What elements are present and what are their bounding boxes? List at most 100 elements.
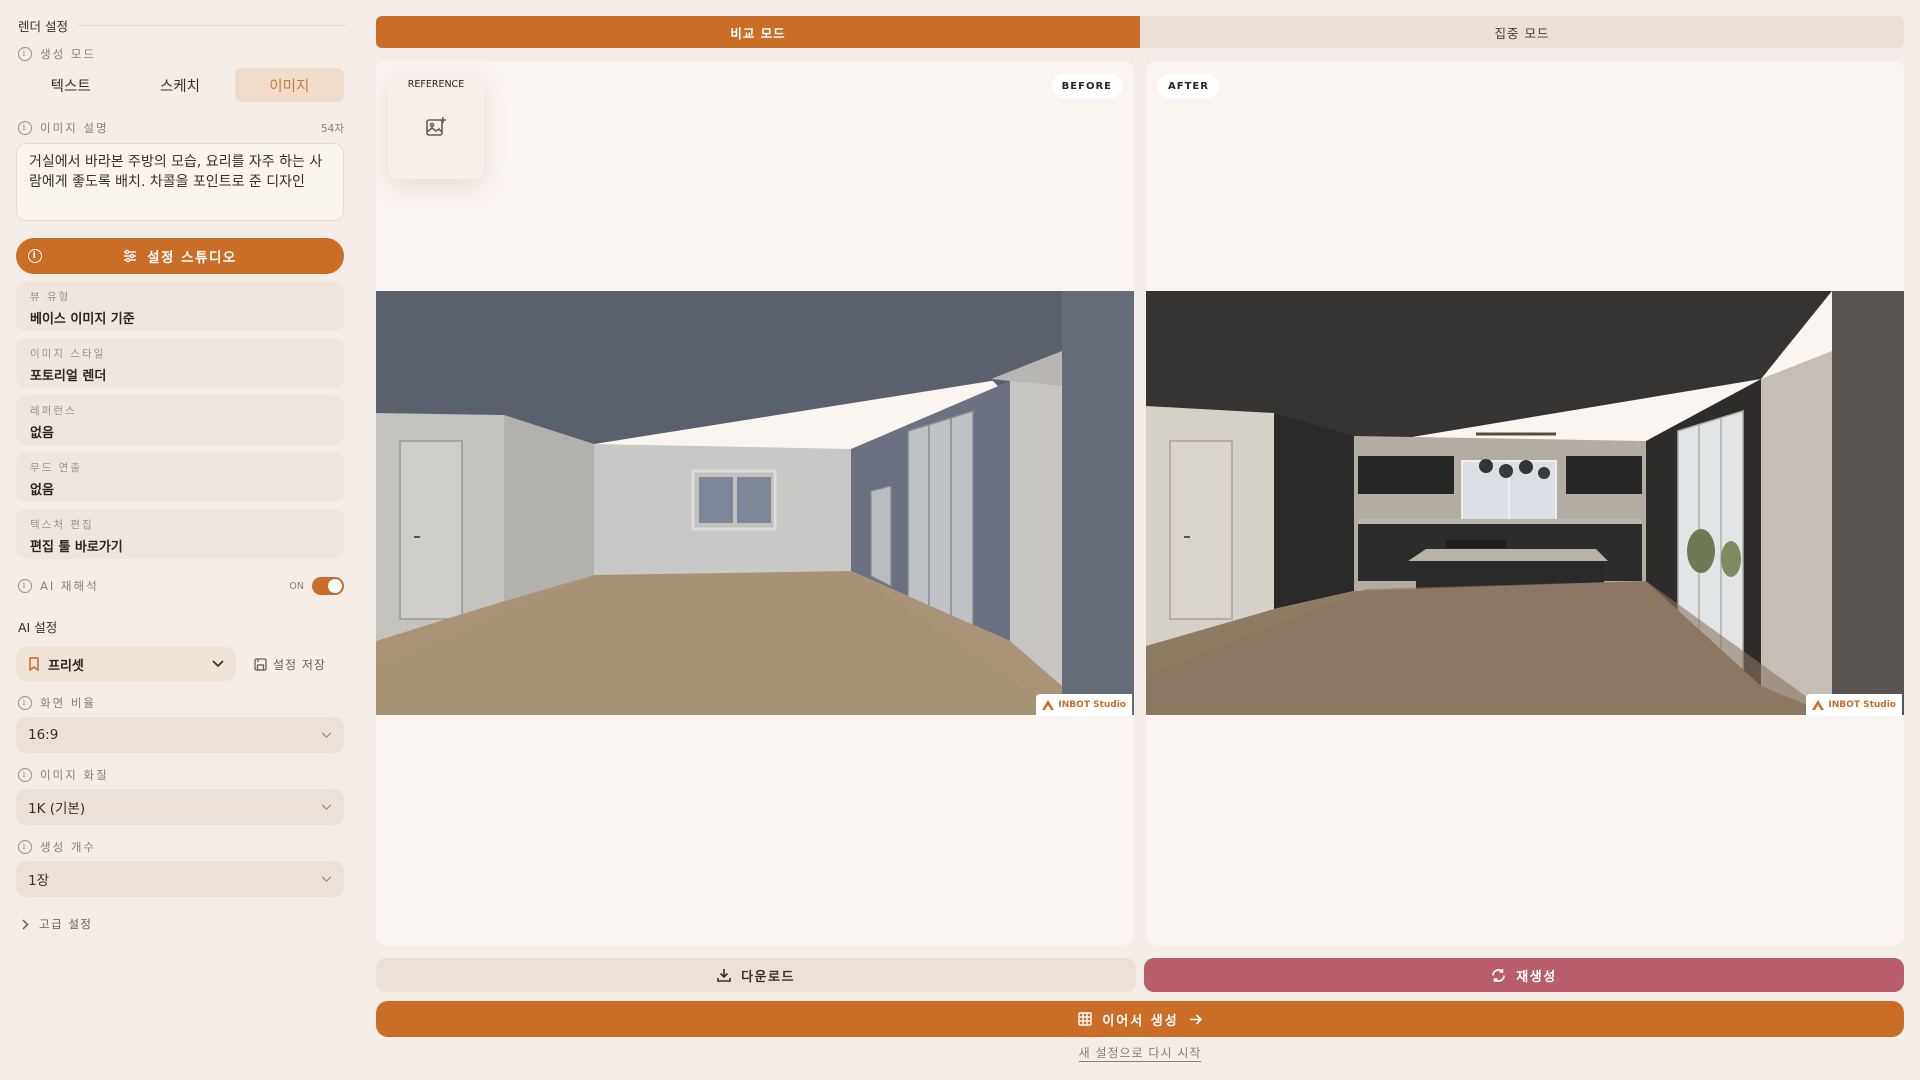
- gen-mode-segmented-control: 텍스트 스케치 이미지: [16, 68, 344, 102]
- before-badge: BEFORE: [1051, 74, 1122, 98]
- card-image-style[interactable]: 이미지 스타일 포토리얼 렌더: [16, 338, 344, 388]
- generation-count-select[interactable]: 1장: [16, 861, 344, 897]
- quality-label: 이미지 화질: [40, 768, 109, 782]
- info-icon[interactable]: i: [18, 579, 32, 593]
- watermark-logo: INBOT Studio: [1806, 694, 1902, 716]
- char-count: 54자: [320, 122, 344, 135]
- info-icon[interactable]: i: [18, 840, 32, 854]
- mode-tab-text[interactable]: 텍스트: [16, 68, 125, 102]
- tab-focus-mode[interactable]: 집중 모드: [1140, 16, 1904, 48]
- after-room-image: [1146, 291, 1904, 715]
- count-label-row: i 생성 개수: [18, 839, 344, 855]
- download-label: 다운로드: [741, 969, 795, 985]
- card-label: 텍스처 편집: [30, 519, 94, 531]
- watermark-text: INBOT Studio: [1828, 700, 1896, 710]
- card-label: 이미지 스타일: [30, 348, 106, 360]
- after-panel: AFTER INBOT Studio: [1146, 61, 1904, 945]
- grid-icon: [1078, 1012, 1093, 1026]
- bookmark-icon: [29, 657, 39, 671]
- logo-icon: [1812, 700, 1825, 710]
- ai-settings-title: AI 설정: [18, 620, 58, 635]
- sidebar-title: 렌더 설정: [18, 19, 68, 34]
- card-reference[interactable]: 레퍼런스 없음: [16, 395, 344, 445]
- aspect-label-row: i 화면 비율: [18, 695, 344, 711]
- settings-studio-button[interactable]: i 설정 스튜디오: [16, 238, 344, 274]
- reference-label: REFERENCE: [407, 79, 465, 90]
- preset-label: 프리셋: [48, 658, 84, 674]
- ai-reinterpret-row: i AI 재해석 ON: [18, 576, 344, 596]
- refresh-icon: [1492, 968, 1506, 982]
- count-label: 생성 개수: [40, 840, 96, 854]
- info-icon: i: [28, 249, 42, 263]
- reference-upload-card[interactable]: REFERENCE: [388, 71, 484, 179]
- gen-mode-label: 생성 모드: [40, 47, 96, 61]
- card-mood[interactable]: 무드 연출 없음: [16, 452, 344, 502]
- chevron-down-icon: [212, 660, 224, 668]
- chevron-right-icon: [22, 918, 29, 930]
- info-icon[interactable]: i: [18, 768, 32, 782]
- mode-tab-sketch[interactable]: 스케치: [125, 68, 234, 102]
- card-value: 없음: [30, 426, 54, 441]
- before-panel: REFERENCE BEFORE INBOT Studio: [376, 61, 1134, 945]
- info-icon[interactable]: i: [18, 121, 32, 135]
- advanced-settings-toggle[interactable]: 고급 설정: [22, 916, 92, 932]
- chevron-down-icon: [321, 731, 332, 738]
- watermark-logo: INBOT Studio: [1036, 694, 1132, 716]
- after-badge: AFTER: [1158, 74, 1219, 98]
- ai-reinterpret-label: AI 재해석: [40, 579, 99, 593]
- chevron-down-icon: [321, 803, 332, 810]
- tab-compare-mode[interactable]: 비교 모드: [376, 16, 1140, 48]
- add-image-icon: [426, 117, 446, 136]
- desc-label: 이미지 설명: [40, 121, 109, 135]
- aspect-value: 16:9: [28, 727, 59, 743]
- ai-reinterpret-toggle[interactable]: [312, 577, 344, 595]
- logo-icon: [1042, 700, 1055, 710]
- gen-mode-label-row: i 생성 모드: [18, 46, 344, 62]
- toggle-state-label: ON: [289, 580, 304, 592]
- quality-value: 1K (기본): [28, 801, 86, 817]
- card-texture-edit[interactable]: 텍스처 편집 편집 툴 바로가기: [16, 509, 344, 559]
- quality-label-row: i 이미지 화질: [18, 767, 344, 783]
- toggle-knob: [328, 579, 342, 593]
- info-icon[interactable]: i: [18, 47, 32, 61]
- card-value: 베이스 이미지 기준: [30, 312, 135, 327]
- advanced-settings-label: 고급 설정: [39, 917, 93, 931]
- regenerate-button[interactable]: 재생성: [1144, 958, 1904, 992]
- continue-label: 이어서 생성: [1102, 1013, 1179, 1029]
- card-label: 무드 연출: [30, 462, 82, 474]
- save-settings-label: 설정 저장: [273, 657, 326, 672]
- restart-link[interactable]: 새 설정으로 다시 시작: [1078, 1046, 1202, 1062]
- chevron-down-icon: [321, 875, 332, 882]
- card-label: 레퍼런스: [30, 405, 77, 417]
- info-icon[interactable]: i: [18, 696, 32, 710]
- regenerate-label: 재생성: [1516, 969, 1557, 985]
- aspect-ratio-select[interactable]: 16:9: [16, 717, 344, 753]
- sliders-icon: [124, 249, 137, 263]
- count-value: 1장: [28, 873, 50, 889]
- card-view-type[interactable]: 뷰 유형 베이스 이미지 기준: [16, 281, 344, 331]
- arrow-right-icon: [1189, 1013, 1202, 1025]
- before-room-image: [376, 291, 1134, 715]
- save-icon: [254, 657, 267, 671]
- view-mode-switch: 비교 모드 집중 모드: [376, 16, 1904, 48]
- preset-dropdown[interactable]: 프리셋: [16, 647, 236, 681]
- settings-sidebar: 렌더 설정 i 생성 모드 텍스트 스케치 이미지 i 이미지 설명 54자 거…: [0, 0, 360, 1080]
- aspect-label: 화면 비율: [40, 696, 96, 710]
- image-description-textarea[interactable]: 거실에서 바라본 주방의 모습, 요리를 자주 하는 사람에게 좋도록 배치. …: [16, 143, 344, 221]
- card-value: 없음: [30, 483, 54, 498]
- header-divider: [77, 25, 346, 26]
- desc-label-row: i 이미지 설명 54자: [18, 120, 344, 136]
- watermark-text: INBOT Studio: [1058, 700, 1126, 710]
- studio-button-label: 설정 스튜디오: [147, 250, 237, 266]
- mode-tab-image[interactable]: 이미지: [234, 68, 344, 102]
- image-quality-select[interactable]: 1K (기본): [16, 789, 344, 825]
- card-value: 편집 툴 바로가기: [30, 540, 123, 555]
- restart-link-row: 새 설정으로 다시 시작: [0, 1044, 1920, 1062]
- download-button[interactable]: 다운로드: [376, 958, 1136, 992]
- download-icon: [717, 969, 731, 982]
- card-value: 포토리얼 렌더: [30, 369, 107, 384]
- continue-generate-button[interactable]: 이어서 생성: [376, 1001, 1904, 1037]
- card-label: 뷰 유형: [30, 291, 71, 303]
- sidebar-header: 렌더 설정: [18, 16, 346, 35]
- save-settings-button[interactable]: 설정 저장: [254, 647, 326, 681]
